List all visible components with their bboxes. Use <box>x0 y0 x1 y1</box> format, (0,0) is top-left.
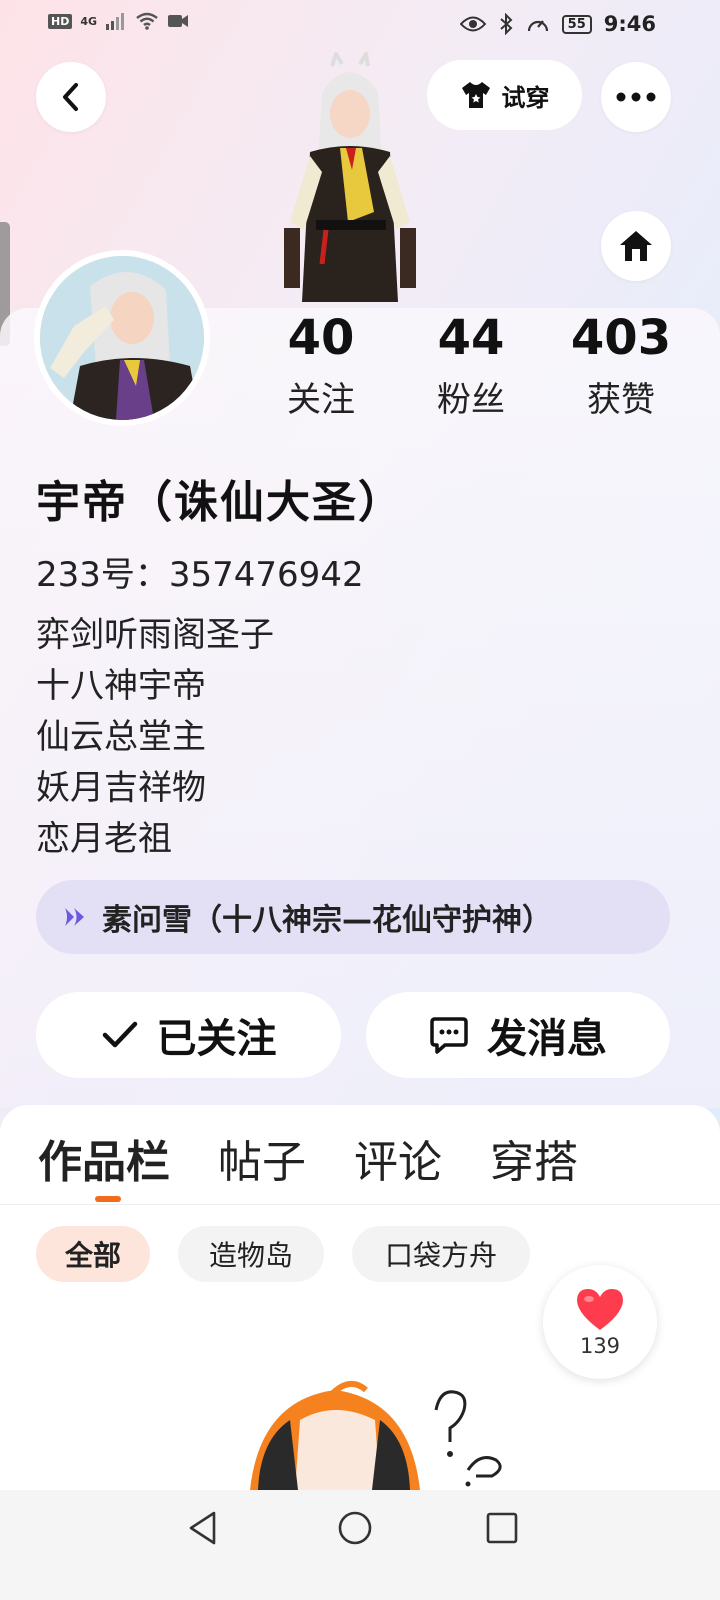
home-icon <box>620 231 652 261</box>
more-dots-icon <box>616 92 656 102</box>
username: 宇帝（诛仙大圣） <box>36 477 404 528</box>
stat-likes[interactable]: 403 获赞 <box>556 312 686 421</box>
follow-label: 已关注 <box>156 1016 277 1062</box>
tag-text: 素问雪（十八神宗—花仙守护神） <box>102 903 552 938</box>
user-id[interactable]: 233号：357476942 <box>36 547 364 596</box>
chat-bubble-icon <box>430 1017 468 1054</box>
followers-count: 44 <box>437 310 505 366</box>
bio-line: 恋月老祖 <box>36 819 172 859</box>
battery-indicator: 55 <box>561 14 592 34</box>
tabs-divider <box>0 1204 720 1205</box>
status-bar: HD 4G 55 9:46 <box>0 0 720 50</box>
chevron-left-icon <box>63 83 78 111</box>
profile-stats: 40 关注 44 粉丝 403 获赞 <box>0 312 720 422</box>
stat-following[interactable]: 40 关注 <box>256 312 386 421</box>
follow-button[interactable]: 已关注 <box>36 992 341 1078</box>
home-button[interactable] <box>601 211 671 281</box>
bio-line: 十八神宇帝 <box>36 666 206 706</box>
bio: 弈剑听雨阁圣子 十八神宇帝 仙云总堂主 妖月吉祥物 恋月老祖 <box>36 610 274 865</box>
network-indicator: 4G <box>80 14 98 28</box>
nav-back-icon[interactable] <box>186 1510 220 1546</box>
like-button[interactable]: 139 <box>543 1265 657 1379</box>
back-button[interactable] <box>36 62 106 132</box>
wifi-icon <box>136 12 158 30</box>
likes-label: 获赞 <box>587 380 655 420</box>
bluetooth-icon <box>500 13 513 35</box>
try-on-label: 试穿 <box>501 83 550 112</box>
tab-works[interactable]: 作品栏 <box>38 1126 170 1190</box>
filter-all[interactable]: 全部 <box>36 1226 150 1282</box>
bio-line: 妖月吉祥物 <box>36 768 206 808</box>
following-label: 关注 <box>287 380 355 420</box>
signal-icon <box>106 13 125 30</box>
tab-outfits[interactable]: 穿搭 <box>490 1126 578 1190</box>
empty-state-mascot <box>240 1380 520 1490</box>
clock: 9:46 <box>603 12 656 36</box>
stat-followers[interactable]: 44 粉丝 <box>406 312 536 421</box>
eye-icon <box>459 16 486 32</box>
nav-home-icon[interactable] <box>337 1510 373 1546</box>
nav-recents-icon[interactable] <box>486 1512 518 1544</box>
filter-pocket-ark[interactable]: 口袋方舟 <box>352 1226 530 1282</box>
message-label: 发消息 <box>487 1016 607 1062</box>
filter-creation-island[interactable]: 造物岛 <box>178 1226 324 1282</box>
heart-icon <box>577 1289 623 1330</box>
bio-line: 仙云总堂主 <box>36 717 206 757</box>
video-icon <box>168 15 189 27</box>
try-on-button[interactable]: 试穿 <box>427 60 582 130</box>
system-nav-bar <box>0 1490 720 1600</box>
status-right: 55 9:46 <box>459 12 656 36</box>
likes-count: 403 <box>570 310 672 366</box>
following-count: 40 <box>287 310 355 366</box>
tag-logo-icon <box>65 908 84 926</box>
followers-label: 粉丝 <box>437 380 505 420</box>
tshirt-icon <box>461 82 490 108</box>
hero-avatar-figure[interactable] <box>270 48 430 310</box>
data-saver-icon <box>527 20 548 32</box>
status-left: HD 4G <box>48 12 189 30</box>
checkmark-icon <box>102 1021 137 1048</box>
tab-comments[interactable]: 评论 <box>354 1126 442 1190</box>
more-options-button[interactable] <box>601 62 671 132</box>
community-tag-banner[interactable]: 素问雪（十八神宗—花仙守护神） <box>36 880 670 954</box>
bio-line: 弈剑听雨阁圣子 <box>36 615 274 655</box>
hd-badge: HD <box>48 13 73 29</box>
tab-posts[interactable]: 帖子 <box>218 1126 306 1190</box>
content-tabs: 作品栏 帖子 评论 穿搭 <box>38 1126 626 1190</box>
like-count: 139 <box>579 1334 621 1358</box>
send-message-button[interactable]: 发消息 <box>366 992 670 1078</box>
active-tab-indicator <box>95 1196 121 1202</box>
